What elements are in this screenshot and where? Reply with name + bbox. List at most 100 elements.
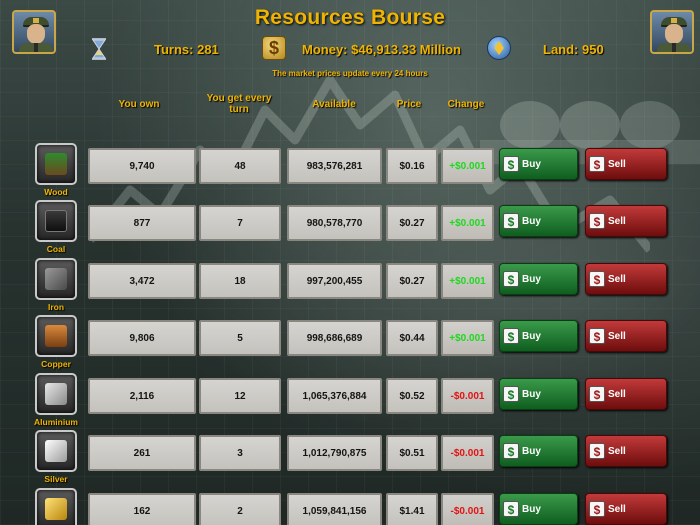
price-value: $0.51 <box>386 435 438 471</box>
sell-button[interactable]: $ Sell <box>585 263 667 295</box>
resource-name: Iron <box>47 302 65 312</box>
wood-icon <box>45 153 67 175</box>
column-header-available: Available <box>312 99 356 110</box>
buy-button[interactable]: $ Buy <box>499 493 578 525</box>
aluminium-icon <box>45 383 67 405</box>
dollar-icon: $ <box>589 156 605 172</box>
resource-row-aluminium: Aluminium 2,116 12 1,065,376,884 $0.52 -… <box>0 373 700 429</box>
price-value: $0.27 <box>386 263 438 299</box>
per-turn-amount: 48 <box>199 148 281 184</box>
available-amount: 1,065,376,884 <box>287 378 382 414</box>
resource-icon-button[interactable] <box>35 258 77 300</box>
dollar-icon: $ <box>503 386 519 402</box>
buy-button[interactable]: $ Buy <box>499 263 578 295</box>
sell-label: Sell <box>608 445 626 457</box>
copper-icon <box>45 325 67 347</box>
hourglass-icon <box>92 38 106 60</box>
sell-button[interactable]: $ Sell <box>585 148 667 180</box>
per-turn-amount: 12 <box>199 378 281 414</box>
buy-label: Buy <box>522 445 541 457</box>
resource-name: Aluminium <box>34 417 78 427</box>
price-change: +$0.001 <box>441 205 494 241</box>
price-change: -$0.001 <box>441 378 494 414</box>
dollar-icon: $ <box>503 501 519 517</box>
resource-row-coal: Coal 877 7 980,578,770 $0.27 +$0.001 $ B… <box>0 200 700 256</box>
buy-label: Buy <box>522 215 541 227</box>
owned-amount: 9,806 <box>88 320 196 356</box>
money-icon: $ <box>262 36 286 60</box>
resource-name: Silver <box>44 474 68 484</box>
available-amount: 983,576,281 <box>287 148 382 184</box>
buy-button[interactable]: $ Buy <box>499 435 578 467</box>
price-change: +$0.001 <box>441 148 494 184</box>
resource-icon-button[interactable] <box>35 143 77 185</box>
page-title: Resources Bourse <box>254 6 446 29</box>
buy-button[interactable]: $ Buy <box>499 320 578 352</box>
price-change: -$0.001 <box>441 435 494 471</box>
per-turn-amount: 5 <box>199 320 281 356</box>
dollar-icon: $ <box>589 443 605 459</box>
available-amount: 998,686,689 <box>287 320 382 356</box>
price-value: $0.44 <box>386 320 438 356</box>
silver-icon <box>45 440 67 462</box>
price-value: $1.41 <box>386 493 438 525</box>
market-update-notice: The market prices update every 24 hours <box>272 69 428 78</box>
dollar-icon: $ <box>503 271 519 287</box>
owned-amount: 162 <box>88 493 196 525</box>
resource-row-wood: Wood 9,740 48 983,576,281 $0.16 +$0.001 … <box>0 143 700 199</box>
available-amount: 1,012,790,875 <box>287 435 382 471</box>
buy-button[interactable]: $ Buy <box>499 378 578 410</box>
price-value: $0.27 <box>386 205 438 241</box>
dollar-icon: $ <box>589 271 605 287</box>
column-header-change: Change <box>447 99 485 110</box>
dollar-icon: $ <box>589 213 605 229</box>
resource-name: Copper <box>41 359 71 369</box>
land-counter: Land: 950 <box>543 42 604 57</box>
buy-label: Buy <box>522 503 541 515</box>
sell-button[interactable]: $ Sell <box>585 493 667 525</box>
dollar-icon: $ <box>503 328 519 344</box>
price-value: $0.16 <box>386 148 438 184</box>
dollar-icon: $ <box>503 156 519 172</box>
coal-icon <box>45 210 67 232</box>
resource-icon-button[interactable] <box>35 200 77 242</box>
sell-label: Sell <box>608 503 626 515</box>
sell-button[interactable]: $ Sell <box>585 320 667 352</box>
owned-amount: 261 <box>88 435 196 471</box>
iron-icon <box>45 268 67 290</box>
owned-amount: 2,116 <box>88 378 196 414</box>
sell-button[interactable]: $ Sell <box>585 378 667 410</box>
per-turn-amount: 18 <box>199 263 281 299</box>
resource-icon-button[interactable] <box>35 373 77 415</box>
sell-button[interactable]: $ Sell <box>585 205 667 237</box>
buy-label: Buy <box>522 273 541 285</box>
buy-label: Buy <box>522 388 541 400</box>
resource-icon-button[interactable] <box>35 315 77 357</box>
available-amount: 997,200,455 <box>287 263 382 299</box>
buy-label: Buy <box>522 158 541 170</box>
column-header-per-turn: You get every turn <box>206 93 272 115</box>
price-change: +$0.001 <box>441 263 494 299</box>
resource-icon-button[interactable] <box>35 430 77 472</box>
price-change: +$0.001 <box>441 320 494 356</box>
turns-counter: Turns: 281 <box>154 42 219 57</box>
sell-label: Sell <box>608 158 626 170</box>
buy-button[interactable]: $ Buy <box>499 148 578 180</box>
owned-amount: 9,740 <box>88 148 196 184</box>
resource-icon-button[interactable] <box>35 488 77 525</box>
available-amount: 980,578,770 <box>287 205 382 241</box>
buy-button[interactable]: $ Buy <box>499 205 578 237</box>
resource-row-silver: Silver 261 3 1,012,790,875 $0.51 -$0.001… <box>0 430 700 486</box>
dollar-icon: $ <box>589 501 605 517</box>
sell-button[interactable]: $ Sell <box>585 435 667 467</box>
buy-label: Buy <box>522 330 541 342</box>
resource-name: Wood <box>44 187 68 197</box>
available-amount: 1,059,841,156 <box>287 493 382 525</box>
price-change: -$0.001 <box>441 493 494 525</box>
money-counter: Money: $46,913.33 Million <box>302 42 461 57</box>
land-globe-icon <box>487 36 511 60</box>
sell-label: Sell <box>608 273 626 285</box>
per-turn-amount: 7 <box>199 205 281 241</box>
resource-row-iron: Iron 3,472 18 997,200,455 $0.27 +$0.001 … <box>0 258 700 314</box>
resource-row-gold: Gold 162 2 1,059,841,156 $1.41 -$0.001 $… <box>0 488 700 525</box>
